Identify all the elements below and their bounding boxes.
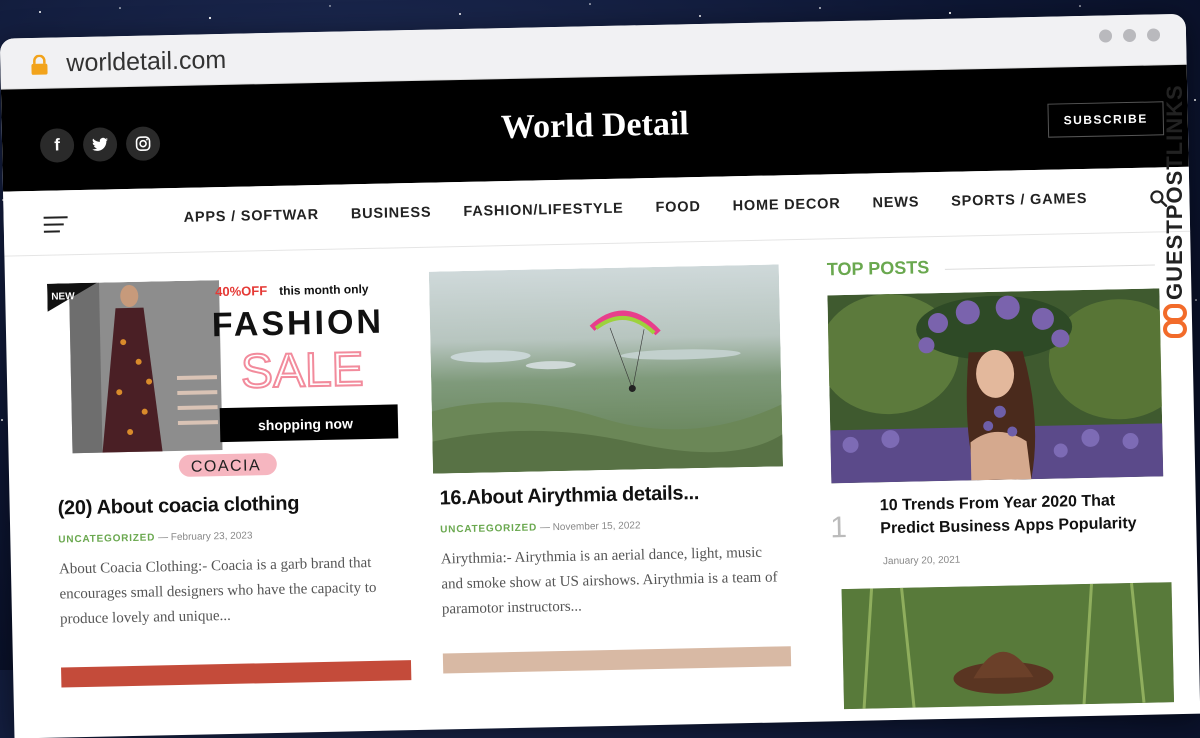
banner-offer: 40%OFF bbox=[215, 283, 267, 299]
new-corner-badge: NEW bbox=[51, 291, 75, 302]
lock-icon bbox=[31, 54, 48, 75]
banner-offer-suffix: this month only bbox=[279, 282, 369, 298]
nav-item-home-decor[interactable]: HOME DECOR bbox=[732, 196, 840, 214]
top-post-title[interactable]: 10 Trends From Year 2020 That Predict Bu… bbox=[880, 488, 1161, 540]
window-controls bbox=[1098, 28, 1161, 43]
nav-item-food[interactable]: FOOD bbox=[655, 199, 700, 216]
post-card: 16.About Airythmia details... UNCATEGORI… bbox=[428, 264, 787, 622]
nav-item-fashion-lifestyle[interactable]: FASHION/LIFESTYLE bbox=[463, 201, 624, 220]
window-dot-icon[interactable] bbox=[1122, 28, 1137, 43]
chain-link-icon bbox=[1163, 304, 1187, 338]
nav-item-business[interactable]: BUSINESS bbox=[351, 205, 432, 223]
top-post-rank: 1 bbox=[829, 511, 848, 545]
post-card: NEW 40%OFF this month only FASHION SALE … bbox=[46, 276, 406, 632]
browser-window: worldetail.com f World Detail SUBSCRIBE … bbox=[0, 13, 1200, 738]
banner-cta: shopping now bbox=[258, 415, 353, 433]
watermark-text: GUESTPOSTLINKS bbox=[1162, 84, 1187, 300]
window-dot-icon[interactable] bbox=[1098, 29, 1113, 43]
top-posts-heading: TOP POSTS bbox=[826, 257, 930, 280]
banner-headline: FASHION bbox=[212, 303, 385, 345]
nav-item-news[interactable]: NEWS bbox=[872, 194, 919, 211]
subscribe-button[interactable]: SUBSCRIBE bbox=[1047, 101, 1165, 138]
guestpostlinks-watermark: GUESTPOSTLINKS bbox=[1160, 70, 1190, 360]
post-category[interactable]: UNCATEGORIZED bbox=[58, 532, 155, 545]
heading-divider bbox=[944, 264, 1155, 270]
post-thumbnail-airythmia[interactable] bbox=[428, 264, 783, 474]
post-excerpt: About Coacia Clothing:- Coacia is a garb… bbox=[58, 554, 377, 628]
post-date: February 23, 2023 bbox=[170, 530, 253, 544]
top-post-date: January 20, 2021 bbox=[882, 554, 961, 568]
post-title[interactable]: (20) About coacia clothing bbox=[57, 490, 403, 520]
post-thumbnail-partial[interactable] bbox=[61, 660, 412, 688]
meta-separator: — bbox=[539, 522, 553, 534]
post-excerpt: Airythmia:- Airythmia is an aerial dance… bbox=[440, 544, 778, 618]
content-area: NEW 40%OFF this month only FASHION SALE … bbox=[4, 232, 1199, 717]
nav-item-apps-software[interactable]: APPS / SOFTWAR bbox=[183, 207, 319, 226]
post-thumbnail-coacia[interactable]: NEW 40%OFF this month only FASHION SALE … bbox=[46, 276, 404, 484]
top-post-thumbnail[interactable] bbox=[818, 288, 1189, 488]
post-category[interactable]: UNCATEGORIZED bbox=[440, 522, 537, 535]
post-thumbnail-partial[interactable] bbox=[442, 646, 792, 674]
address-bar[interactable]: worldetail.com bbox=[66, 46, 226, 78]
top-post-thumbnail-partial[interactable] bbox=[841, 582, 1175, 710]
meta-separator: — bbox=[157, 532, 171, 544]
post-meta: UNCATEGORIZED — November 15, 2022 bbox=[440, 517, 785, 535]
nav-item-sports-games[interactable]: SPORTS / GAMES bbox=[951, 191, 1087, 210]
site-logo[interactable]: World Detail bbox=[2, 95, 1189, 158]
banner-brand: COACIA bbox=[191, 457, 262, 475]
hamburger-menu-icon[interactable] bbox=[43, 216, 68, 237]
nav-menu: APPS / SOFTWAR BUSINESS FASHION/LIFESTYL… bbox=[183, 191, 1087, 226]
banner-sale: SALE bbox=[240, 343, 364, 399]
post-title[interactable]: 16.About Airythmia details... bbox=[439, 480, 784, 510]
post-date: November 15, 2022 bbox=[552, 520, 641, 534]
window-dot-icon[interactable] bbox=[1146, 28, 1161, 42]
post-meta: UNCATEGORIZED — February 23, 2023 bbox=[58, 527, 404, 545]
